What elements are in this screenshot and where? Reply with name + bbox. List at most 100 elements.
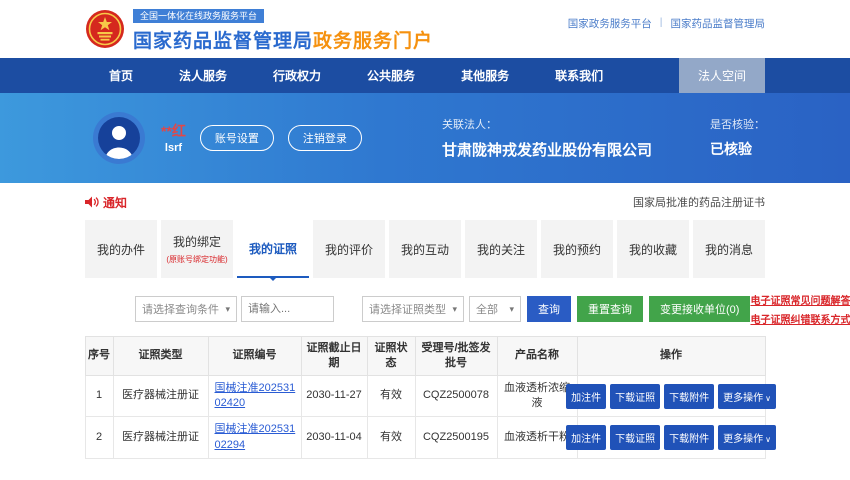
chevron-down-icon: ∨ xyxy=(765,435,771,444)
nav-item-legal-services[interactable]: 法人服务 xyxy=(179,67,227,84)
header-expiry-date: 证照截止日期 xyxy=(301,337,367,376)
download-attachment-button[interactable]: 下载附件 xyxy=(664,384,714,409)
query-button[interactable]: 查询 xyxy=(527,296,571,322)
download-attachment-button[interactable]: 下载附件 xyxy=(664,425,714,450)
site-title-agency: 国家药品监督管理局 xyxy=(133,31,313,52)
row-index: 1 xyxy=(85,375,113,417)
chevron-down-icon: ∨ xyxy=(765,394,771,403)
my-space-tabs: 我的办件 我的绑定 (原账号绑定功能) 我的证照 我的评价 我的互动 我的关注 … xyxy=(85,220,765,278)
product-name: 血液透析干粉 xyxy=(497,417,577,459)
acceptance-number: CQZ2500195 xyxy=(415,417,497,459)
links-divider: | xyxy=(660,16,663,31)
more-actions-button[interactable]: 更多操作∨ xyxy=(718,425,776,450)
certificate-filter-bar: 请选择查询条件 ▾ 请选择证照类型 ▾ 全部 ▾ 查询 重置查询 变更接收单位(… xyxy=(85,292,811,326)
header-operations: 操作 xyxy=(577,337,765,376)
chevron-down-icon: ▾ xyxy=(452,304,457,315)
cert-number-link[interactable]: 国械注准20253102420 xyxy=(212,381,298,412)
tab-my-appointments[interactable]: 我的预约 xyxy=(541,220,613,278)
download-cert-button[interactable]: 下载证照 xyxy=(610,425,660,450)
cert-expiry: 2030-11-04 xyxy=(301,417,367,459)
account-settings-button[interactable]: 账号设置 xyxy=(200,125,274,151)
cert-expiry: 2030-11-27 xyxy=(301,375,367,417)
logout-button[interactable]: 注销登录 xyxy=(288,125,362,151)
help-links: 电子证照常见问题解答 电子证照纠错联系方式 xyxy=(750,292,850,326)
cert-type: 医疗器械注册证 xyxy=(113,375,208,417)
header-acceptance-number: 受理号/批签发批号 xyxy=(415,337,497,376)
user-avatar-icon[interactable] xyxy=(93,112,145,164)
cert-status: 有效 xyxy=(367,375,415,417)
top-header: 全国一体化在线政务服务平台 国家药品监督管理局政务服务门户 国家政务服务平台 |… xyxy=(0,0,850,58)
user-identity: **红 lsrf xyxy=(161,122,186,154)
row-operations: 加注件 下载证照 下载附件 更多操作∨ xyxy=(581,425,762,450)
site-title-portal: 政务服务门户 xyxy=(313,31,433,52)
username-masked: **红 xyxy=(161,122,186,142)
change-receiver-button[interactable]: 变更接收单位(0) xyxy=(649,296,750,322)
cert-faq-link[interactable]: 电子证照常见问题解答 xyxy=(750,292,850,307)
header-cert-number: 证照编号 xyxy=(208,337,301,376)
portal-page: 全国一体化在线政务服务平台 国家药品监督管理局政务服务门户 国家政务服务平台 |… xyxy=(0,0,850,480)
notice-message[interactable]: 国家局批准的药品注册证书 xyxy=(633,194,765,210)
site-title: 国家药品监督管理局政务服务门户 xyxy=(133,26,433,53)
tab-my-interactions[interactable]: 我的互动 xyxy=(389,220,461,278)
more-actions-button[interactable]: 更多操作∨ xyxy=(718,384,776,409)
keyword-input[interactable] xyxy=(241,296,334,322)
query-condition-select[interactable]: 请选择查询条件 ▾ xyxy=(135,296,237,322)
verification-block: 是否核验： 已核验 xyxy=(710,116,765,159)
cert-type: 医疗器械注册证 xyxy=(113,417,208,459)
tab-my-certificates[interactable]: 我的证照 xyxy=(237,220,309,278)
company-name: 甘肃陇神戎发药业股份有限公司 xyxy=(442,139,652,160)
header-cert-status: 证照状态 xyxy=(367,337,415,376)
tab-my-favorites[interactable]: 我的收藏 xyxy=(617,220,689,278)
table-header-row: 序号 证照类型 证照编号 证照截止日期 证照状态 受理号/批签发批号 产品名称 … xyxy=(85,337,765,376)
user-banner: **红 lsrf 账号设置 注销登录 关联法人： 甘肃陇神戎发药业股份有限公司 … xyxy=(0,93,850,183)
tab-my-binding[interactable]: 我的绑定 (原账号绑定功能) xyxy=(161,220,233,278)
certificate-type-select[interactable]: 请选择证照类型 ▾ xyxy=(362,296,464,322)
cert-status: 有效 xyxy=(367,417,415,459)
cert-number-link[interactable]: 国械注准20253102294 xyxy=(212,422,298,453)
notice-label: 通知 xyxy=(103,194,127,211)
tab-my-binding-note: (原账号绑定功能) xyxy=(166,254,227,265)
header-quick-links: 国家政务服务平台 | 国家药品监督管理局 xyxy=(568,16,765,31)
cert-error-contact-link[interactable]: 电子证照纠错联系方式 xyxy=(750,311,850,326)
nav-item-other-services[interactable]: 其他服务 xyxy=(461,67,509,84)
national-emblem-icon xyxy=(85,9,125,49)
link-nmpa[interactable]: 国家药品监督管理局 xyxy=(671,16,766,31)
speaker-icon xyxy=(85,196,99,208)
notice-bar: 通知 国家局批准的药品注册证书 xyxy=(85,193,765,211)
product-name: 血液透析浓缩液 xyxy=(497,375,577,417)
certificates-table: 序号 证照类型 证照编号 证照截止日期 证照状态 受理号/批签发批号 产品名称 … xyxy=(85,336,766,459)
chevron-down-icon: ▾ xyxy=(225,304,230,315)
download-cert-button[interactable]: 下载证照 xyxy=(610,384,660,409)
tab-my-messages[interactable]: 我的消息 xyxy=(693,220,765,278)
row-operations: 加注件 下载证照 下载附件 更多操作∨ xyxy=(581,384,762,409)
tab-my-evaluations[interactable]: 我的评价 xyxy=(313,220,385,278)
tab-my-items[interactable]: 我的办件 xyxy=(85,220,157,278)
main-nav: 首页 法人服务 行政权力 公共服务 其他服务 联系我们 法人空间 xyxy=(0,58,850,93)
header-product-name: 产品名称 xyxy=(497,337,577,376)
verification-status: 已核验 xyxy=(710,139,765,159)
table-row: 1 医疗器械注册证 国械注准20253102420 2030-11-27 有效 … xyxy=(85,375,765,417)
legal-person-space-button[interactable]: 法人空间 xyxy=(679,58,765,93)
nav-item-contact-us[interactable]: 联系我们 xyxy=(555,67,603,84)
header-cert-type: 证照类型 xyxy=(113,337,208,376)
add-annotation-button[interactable]: 加注件 xyxy=(566,384,606,409)
reset-query-button[interactable]: 重置查询 xyxy=(577,296,643,322)
username-abbrev: lsrf xyxy=(161,142,186,154)
verification-label: 是否核验： xyxy=(710,116,765,132)
platform-badge: 全国一体化在线政务服务平台 xyxy=(133,9,264,24)
row-index: 2 xyxy=(85,417,113,459)
header-index: 序号 xyxy=(85,337,113,376)
nav-item-home[interactable]: 首页 xyxy=(109,67,133,84)
table-row: 2 医疗器械注册证 国械注准20253102294 2030-11-04 有效 … xyxy=(85,417,765,459)
site-logo: 全国一体化在线政务服务平台 国家药品监督管理局政务服务门户 xyxy=(85,6,433,53)
add-annotation-button[interactable]: 加注件 xyxy=(566,425,606,450)
nav-item-admin-power[interactable]: 行政权力 xyxy=(273,67,321,84)
related-legal-person-label: 关联法人： xyxy=(442,116,652,132)
related-legal-person: 关联法人： 甘肃陇神戎发药业股份有限公司 xyxy=(442,116,652,160)
acceptance-number: CQZ2500078 xyxy=(415,375,497,417)
link-national-service-platform[interactable]: 国家政务服务平台 xyxy=(568,16,652,31)
tab-my-follows[interactable]: 我的关注 xyxy=(465,220,537,278)
chevron-down-icon: ▾ xyxy=(509,304,514,315)
scope-select[interactable]: 全部 ▾ xyxy=(469,296,521,322)
nav-item-public-services[interactable]: 公共服务 xyxy=(367,67,415,84)
